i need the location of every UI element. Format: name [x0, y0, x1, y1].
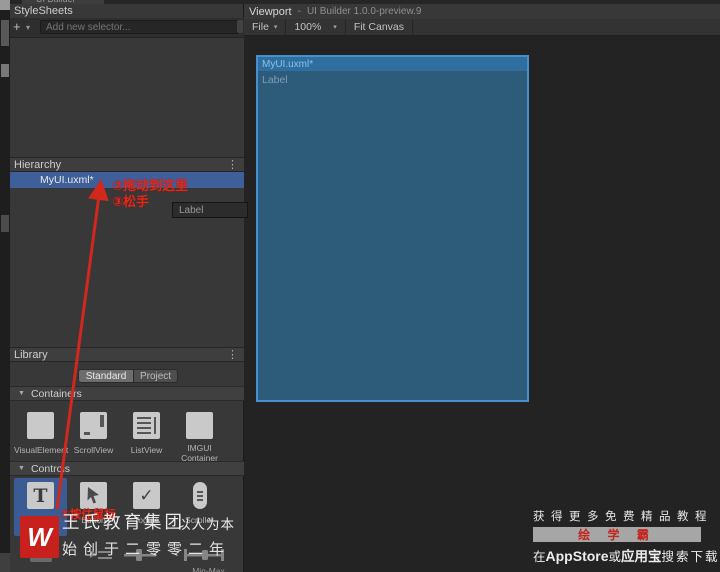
file-menu-button[interactable]: File ▾: [244, 19, 287, 35]
editor-left-strip: [0, 0, 10, 572]
scrollbar-stub[interactable]: [237, 20, 243, 33]
viewport-title: Viewport: [249, 5, 292, 18]
chevron-down-icon: ▾: [273, 24, 278, 31]
strip-block: [1, 64, 9, 77]
library-item-listview[interactable]: ListView: [120, 408, 173, 464]
library-title: Library: [14, 348, 48, 361]
strip-block: [1, 20, 9, 46]
library-item-imgui-container[interactable]: IMGUI Container: [173, 408, 226, 464]
design-canvas[interactable]: MyUI.uxml* Label: [256, 55, 529, 402]
drag-ghost: Label: [172, 202, 248, 218]
tile-label: ListView: [130, 445, 163, 455]
visualelement-icon: [27, 412, 54, 439]
tile-label: VisualElement: [14, 445, 69, 455]
viewport-panel: Viewport - UI Builder 1.0.0-preview.9 Fi…: [244, 4, 720, 572]
textfield-icon[interactable]: [30, 548, 52, 562]
tile-label: IMGUI Container: [181, 443, 218, 463]
scroller-icon: [193, 482, 207, 509]
foldout-caret-icon: ▼: [18, 390, 25, 397]
stylesheets-header: StyleSheets: [10, 4, 244, 18]
hierarchy-header: Hierarchy ⋮: [10, 157, 244, 172]
tab-standard[interactable]: Standard: [78, 369, 134, 383]
containers-grid: VisualElement ScrollView ListView IMGUI …: [10, 404, 244, 464]
foldout-icon[interactable]: [86, 544, 116, 566]
hierarchy-menu-icon[interactable]: ⋮: [227, 159, 238, 172]
library-item-visualelement[interactable]: VisualElement: [14, 408, 69, 464]
canvas-header[interactable]: MyUI.uxml*: [258, 57, 527, 71]
tile-label: ScrollView: [73, 445, 114, 455]
library-item-toggle[interactable]: ✓ Toggle: [120, 478, 173, 534]
hierarchy-title: Hierarchy: [14, 158, 62, 171]
drag-ghost-label: Label: [179, 204, 204, 216]
add-selector-dropdown-icon[interactable]: ▾: [26, 23, 30, 32]
viewport-separator: -: [297, 6, 301, 17]
scrollview-icon: [80, 412, 107, 439]
tile-label: Scroller: [185, 515, 214, 525]
add-selector-button[interactable]: +: [13, 20, 21, 34]
library-tab-bar: Standard Project: [10, 362, 244, 386]
fit-canvas-button[interactable]: Fit Canvas: [346, 19, 413, 35]
containers-foldout-label: Containers: [30, 387, 82, 400]
controls-grid: T Label Button ✓ Toggle Scroller Min-Max: [10, 476, 244, 572]
imgui-container-icon: [186, 412, 213, 439]
left-panel: StyleSheets + ▾ Hierarchy ⋮ MyUI.uxml* L…: [10, 4, 244, 572]
strip-block: [0, 553, 10, 572]
minmax-label: Min-Max: [192, 566, 225, 572]
chevron-down-icon: ▾: [333, 24, 337, 31]
cursor-icon: [80, 482, 107, 509]
check-glyph: ✓: [139, 485, 154, 505]
containers-foldout[interactable]: ▼ Containers: [10, 386, 244, 401]
new-selector-input[interactable]: [40, 20, 239, 34]
file-menu-label: File: [252, 21, 269, 33]
fit-canvas-label: Fit Canvas: [353, 21, 404, 33]
partial-row: Min-Max: [10, 540, 244, 572]
library-header: Library ⋮: [10, 347, 244, 362]
listview-icon: [133, 412, 160, 439]
library-item-scrollview[interactable]: ScrollView: [67, 408, 120, 464]
library-item-scroller[interactable]: Scroller: [173, 478, 226, 534]
annotation-step3: ③松手: [112, 194, 150, 209]
ui-builder-window: UI Builder StyleSheets + ▾ Hierarchy ⋮ M…: [0, 0, 720, 572]
tile-label: Toggle: [133, 515, 160, 525]
label-control-icon: T: [27, 482, 54, 509]
controls-foldout-label: Controls: [30, 462, 71, 475]
zoom-value: 100%: [294, 21, 322, 33]
slider-icon[interactable]: [122, 545, 158, 567]
tab-project[interactable]: Project: [134, 369, 178, 383]
stylesheets-toolbar: + ▾: [10, 18, 244, 38]
canvas-doc-title: MyUI.uxml*: [262, 58, 314, 70]
annotation-step1: ①按住鼠标: [60, 509, 116, 521]
zoom-dropdown[interactable]: 100% ▾: [286, 19, 346, 35]
viewport-header: Viewport - UI Builder 1.0.0-preview.9: [244, 4, 720, 20]
viewport-toolbar: File ▾ 100% ▾ Fit Canvas: [244, 19, 720, 36]
controls-foldout[interactable]: ▼ Controls: [10, 461, 244, 476]
viewport-subtitle: UI Builder 1.0.0-preview.9: [306, 6, 422, 17]
hierarchy-item-label: MyUI.uxml*: [40, 174, 94, 186]
canvas-label-element[interactable]: Label: [262, 74, 288, 86]
t-glyph: T: [33, 484, 48, 507]
stylesheets-title: StyleSheets: [14, 5, 73, 17]
checkmark-icon: ✓: [133, 482, 160, 509]
foldout-caret-icon: ▼: [18, 465, 25, 472]
library-menu-icon[interactable]: ⋮: [227, 349, 238, 362]
stylesheets-body: [10, 38, 244, 161]
minmax-slider-icon[interactable]: [182, 545, 226, 567]
strip-block: [1, 215, 9, 232]
